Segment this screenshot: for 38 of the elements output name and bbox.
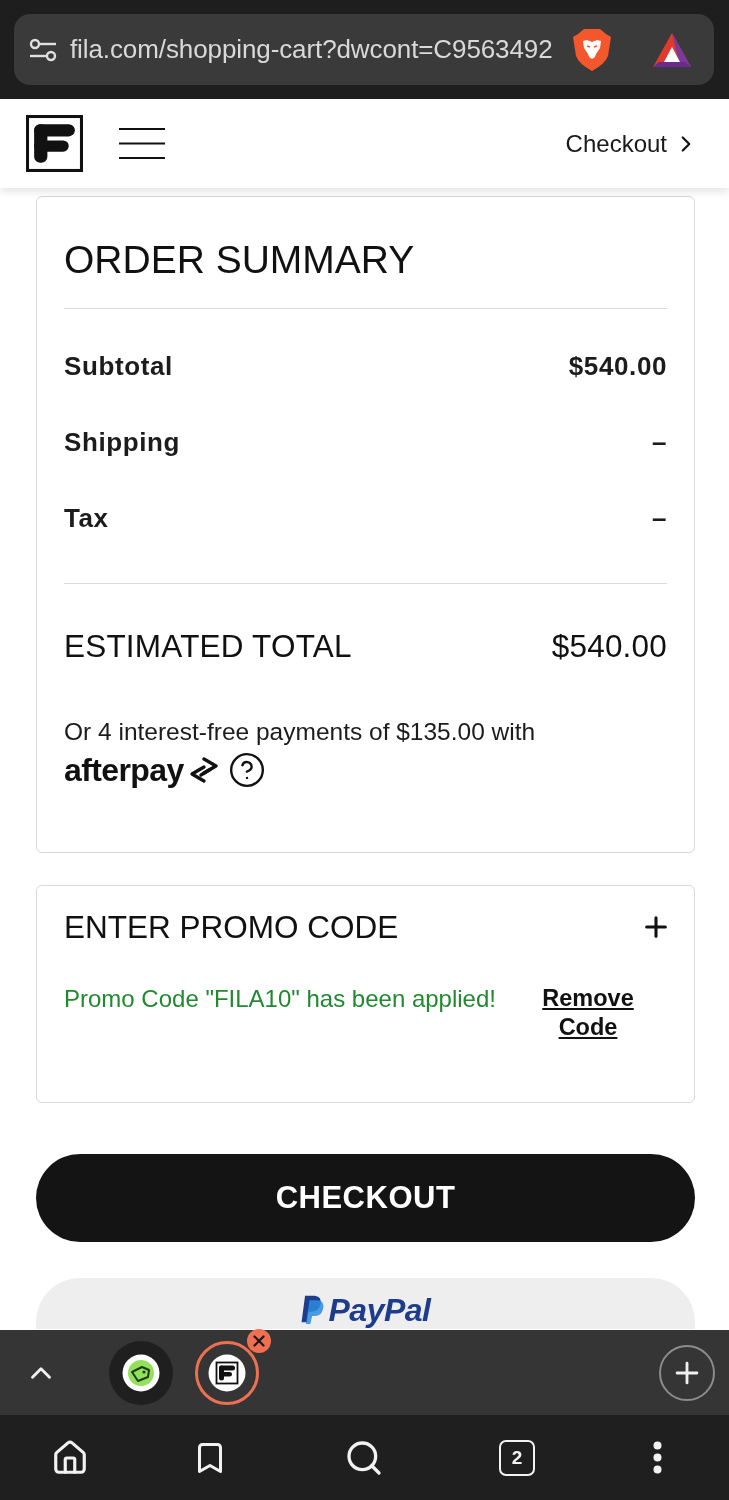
checkout-button[interactable]: CHECKOUT [36, 1154, 695, 1242]
checkout-link[interactable]: Checkout [565, 129, 699, 158]
afterpay-arrows-icon [187, 756, 220, 784]
more-icon [653, 1441, 662, 1474]
tag-icon [122, 1353, 160, 1392]
close-tab-button[interactable] [247, 1328, 271, 1353]
tune-icon[interactable] [29, 37, 57, 62]
paypal-button[interactable]: PayPal [36, 1278, 695, 1329]
paypal-wordmark: PayPal [328, 1294, 431, 1326]
summary-title: ORDER SUMMARY [64, 238, 416, 282]
promo-message: Promo Code "FILA10" has been applied! [64, 984, 496, 1013]
row-value: – [651, 427, 667, 457]
row-label: Subtotal [64, 351, 173, 381]
url-text: fila.com/shopping-cart?dwcont=C9563492 [70, 34, 554, 65]
afterpay-brand: afterpay [64, 752, 184, 788]
total-label: ESTIMATED TOTAL [64, 627, 352, 665]
help-icon[interactable] [227, 751, 266, 789]
logo-icon [208, 1353, 246, 1392]
total-value: $540.00 [551, 627, 667, 665]
logo-icon[interactable] [26, 115, 83, 172]
lion-shield-icon[interactable] [572, 27, 612, 72]
promo-title: ENTER PROMO CODE [64, 909, 399, 945]
row-label: Tax [64, 503, 109, 533]
paypal-mark-icon [300, 1294, 325, 1324]
row-label: Shipping [64, 427, 180, 457]
row-value: $540.00 [568, 351, 667, 381]
tabs-button[interactable]: 2 [499, 1439, 535, 1476]
more-button[interactable] [653, 1441, 662, 1474]
installment-text: Or 4 interest-free payments of $135.00 with [64, 718, 537, 746]
remove-code-link[interactable]: Remove Code [540, 984, 636, 1042]
row-value: – [651, 503, 667, 533]
new-tab-button[interactable] [659, 1344, 715, 1401]
menu-icon[interactable] [119, 128, 165, 159]
address-bar[interactable]: fila.com/shopping-cart?dwcont=C9563492 [14, 14, 714, 85]
home-icon [51, 1438, 89, 1477]
home-button[interactable] [51, 1438, 89, 1477]
browser-tab[interactable] [195, 1340, 259, 1405]
triangle-icon[interactable] [652, 31, 692, 68]
